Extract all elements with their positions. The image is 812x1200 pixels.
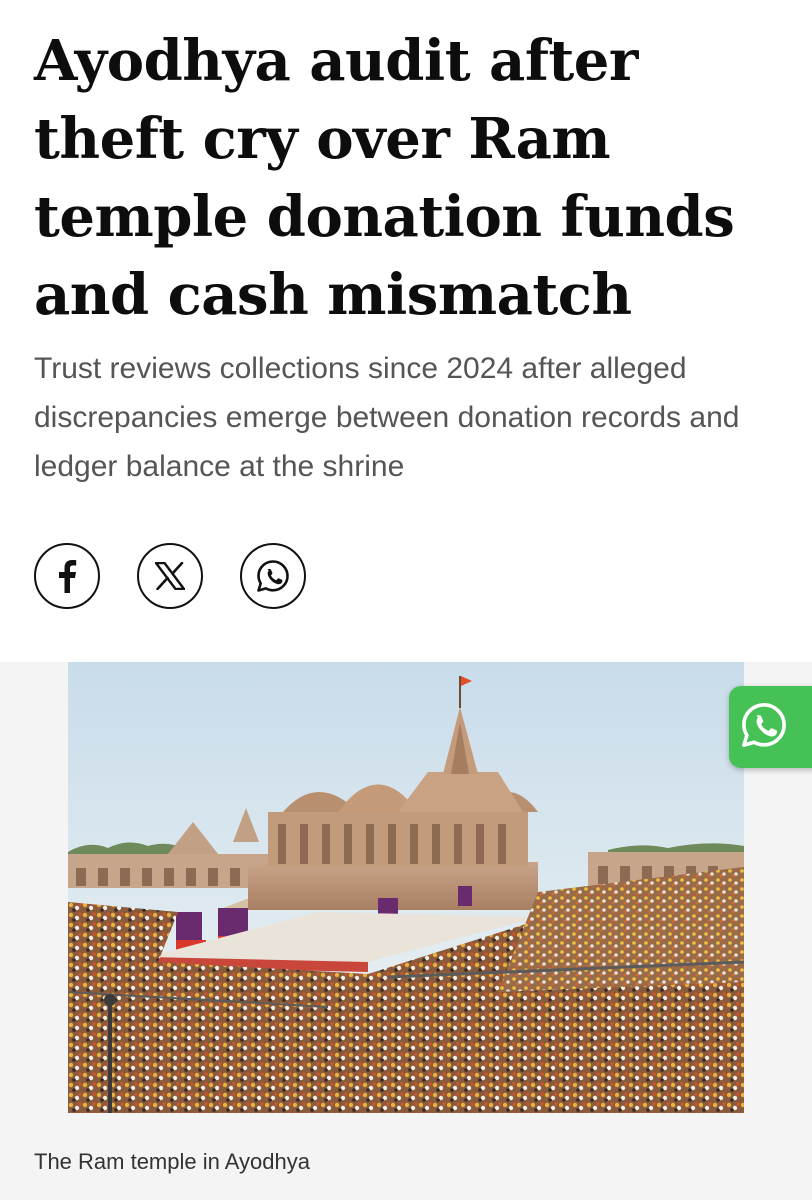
x-icon (155, 562, 185, 590)
share-x-button[interactable] (137, 543, 203, 609)
article-summary: Trust reviews collections since 2024 aft… (34, 352, 740, 483)
share-whatsapp-button[interactable] (240, 543, 306, 609)
article-headline: Ayodhya audit after theft cry over Ram t… (34, 28, 735, 328)
facebook-icon (56, 559, 78, 593)
photo-caption: The Ram temple in Ayodhya (34, 1149, 310, 1174)
whatsapp-icon (739, 700, 789, 755)
floating-whatsapp-button[interactable] (729, 686, 812, 768)
whatsapp-icon (255, 558, 291, 594)
article-photo (68, 662, 744, 1113)
share-facebook-button[interactable] (34, 543, 100, 609)
